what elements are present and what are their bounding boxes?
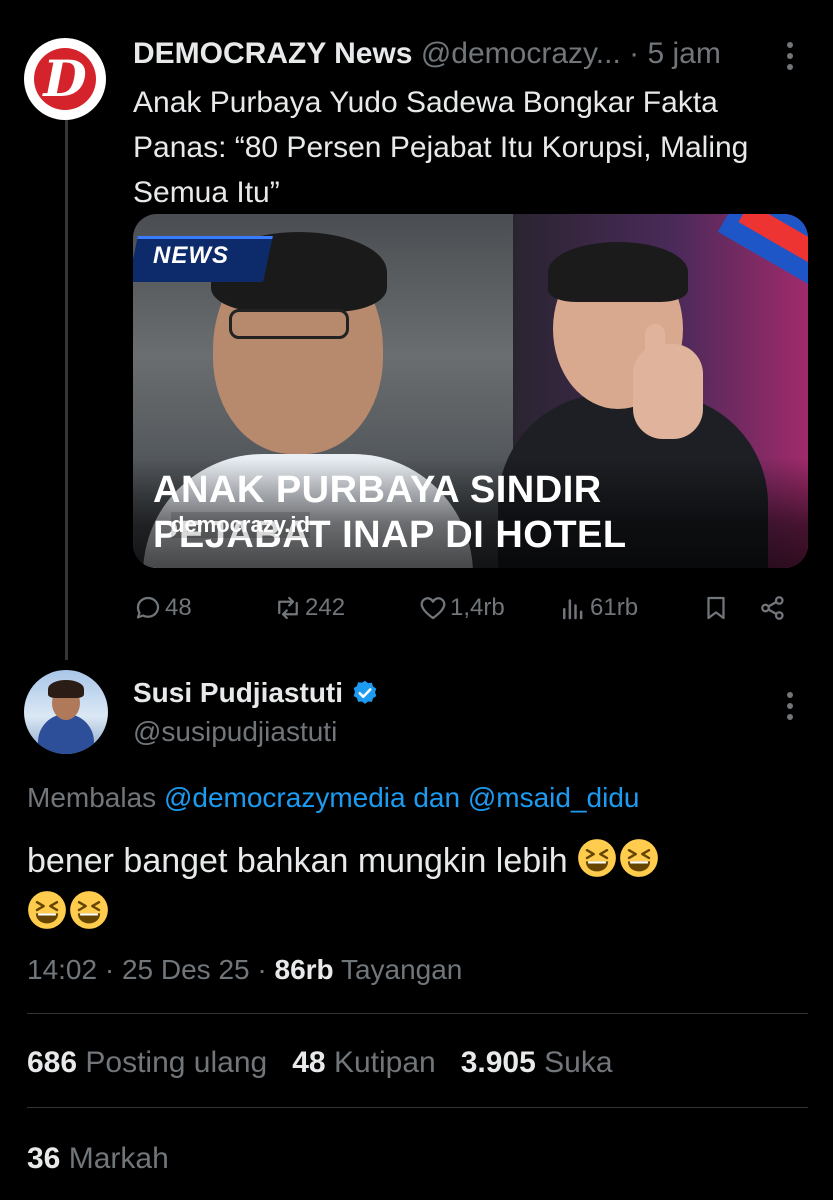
bookmarks-stat[interactable]: 36 Markah [27, 1140, 169, 1178]
reply-more-icon[interactable] [780, 692, 800, 720]
media-headline-line1: ANAK PURBAYA SINDIR [153, 469, 602, 511]
parent-action-bar: 48 242 1,4rb 61rb [133, 588, 813, 628]
democrazy-avatar[interactable]: D [24, 38, 106, 120]
quotes-stat-label: Kutipan [333, 1046, 436, 1079]
engagement-stats: 686 Posting ulang 48 Kutipan 3.905 Suka [27, 1044, 613, 1082]
like-action[interactable]: 1,4rb [418, 588, 505, 628]
divider [27, 1013, 808, 1014]
susi-avatar-body [38, 714, 94, 754]
media-news-badge-text: NEWS [153, 242, 229, 269]
parent-time-separator: · [629, 37, 640, 70]
replying-label: Membalas [27, 782, 157, 813]
reply-time[interactable]: 14:02 [27, 954, 97, 985]
reply-tweet-text: bener banget bahkan mungkin lebih [27, 835, 807, 939]
reply-display-name[interactable]: Susi Pudjiastuti [133, 675, 343, 711]
reply-action[interactable]: 48 [133, 588, 192, 628]
reply-handle[interactable]: @susipudjiastuti [133, 714, 337, 750]
grinning-squinting-icon [28, 891, 66, 929]
parent-handle[interactable]: @democrazy... [421, 37, 621, 70]
analytics-icon [563, 599, 583, 620]
like-count: 1,4rb [450, 594, 505, 621]
thread-connector-line [65, 120, 68, 660]
meta-separator: · [257, 954, 267, 985]
susi-avatar-hair [48, 680, 84, 698]
repost-icon [278, 596, 298, 620]
grinning-squinting-icon [578, 839, 616, 877]
reply-views-label: Tayangan [340, 954, 463, 985]
reposts-stat-count: 686 [27, 1046, 78, 1079]
share-action[interactable] [758, 588, 788, 628]
bookmark-action[interactable] [701, 588, 731, 628]
parent-timestamp[interactable]: 5 jam [647, 37, 720, 70]
reply-metadata: 14:02 · 25 Des 25 · 86rb Tayangan [27, 952, 462, 988]
susi-avatar[interactable] [24, 670, 108, 754]
views-count: 61rb [590, 594, 639, 621]
media-person-right-finger [645, 324, 665, 374]
likes-stat-count: 3.905 [460, 1046, 536, 1079]
likes-stat-label: Suka [544, 1046, 613, 1079]
media-person-right-hair [548, 242, 688, 302]
reply-views-count: 86rb [274, 954, 334, 985]
replying-mention-democrazymedia[interactable]: @democrazymedia [164, 782, 406, 813]
reposts-stat-label: Posting ulang [85, 1046, 268, 1079]
bookmarks-stat-label: Markah [68, 1142, 169, 1175]
repost-count: 242 [305, 594, 346, 621]
quotes-stat-count: 48 [292, 1046, 326, 1079]
parent-more-icon[interactable] [780, 42, 800, 70]
parent-display-name[interactable]: DEMOCRAZY News [133, 37, 413, 70]
parent-media-image[interactable]: NEWS ANAK PURBAYA SINDIR PEJABAT INAP DI… [133, 214, 808, 568]
reply-count: 48 [165, 594, 192, 621]
quotes-stat[interactable]: 48 Kutipan [292, 1046, 435, 1079]
bookmarks-stat-count: 36 [27, 1142, 61, 1175]
replying-mention-msaid-didu[interactable]: @msaid_didu [468, 782, 640, 813]
media-watermark: democrazy.id [171, 512, 310, 538]
reply-text-body: bener banget bahkan mungkin lebih [27, 842, 568, 880]
meta-separator: · [104, 954, 115, 985]
heart-icon [420, 597, 446, 620]
likes-stat[interactable]: 3.905 Suka [461, 1046, 613, 1079]
reposts-stat[interactable]: 686 Posting ulang [27, 1046, 267, 1079]
replying-and-word[interactable]: dan [413, 782, 460, 813]
grinning-squinting-icon [70, 891, 108, 929]
grinning-squinting-icon [620, 839, 658, 877]
reply-author-row: Susi Pudjiastuti [133, 675, 379, 711]
bookmark-icon [707, 596, 725, 620]
verified-badge-icon[interactable] [351, 679, 379, 707]
reply-icon [136, 596, 160, 619]
reply-date[interactable]: 25 Des 25 [122, 954, 250, 985]
parent-tweet-header: DEMOCRAZY News @democrazy... · 5 jam [133, 34, 753, 74]
democrazy-logo-letter: D [34, 48, 96, 110]
views-action[interactable]: 61rb [558, 588, 638, 628]
repost-action[interactable]: 242 [273, 588, 345, 628]
divider [27, 1107, 808, 1108]
parent-tweet-text: Anak Purbaya Yudo Sadewa Bongkar Fakta P… [133, 86, 749, 209]
replying-to-line: Membalas @democrazymedia dan @msaid_didu [27, 780, 639, 816]
share-icon [761, 596, 784, 620]
media-person-left-glasses [229, 309, 349, 339]
media-person-right-hand [633, 344, 703, 439]
